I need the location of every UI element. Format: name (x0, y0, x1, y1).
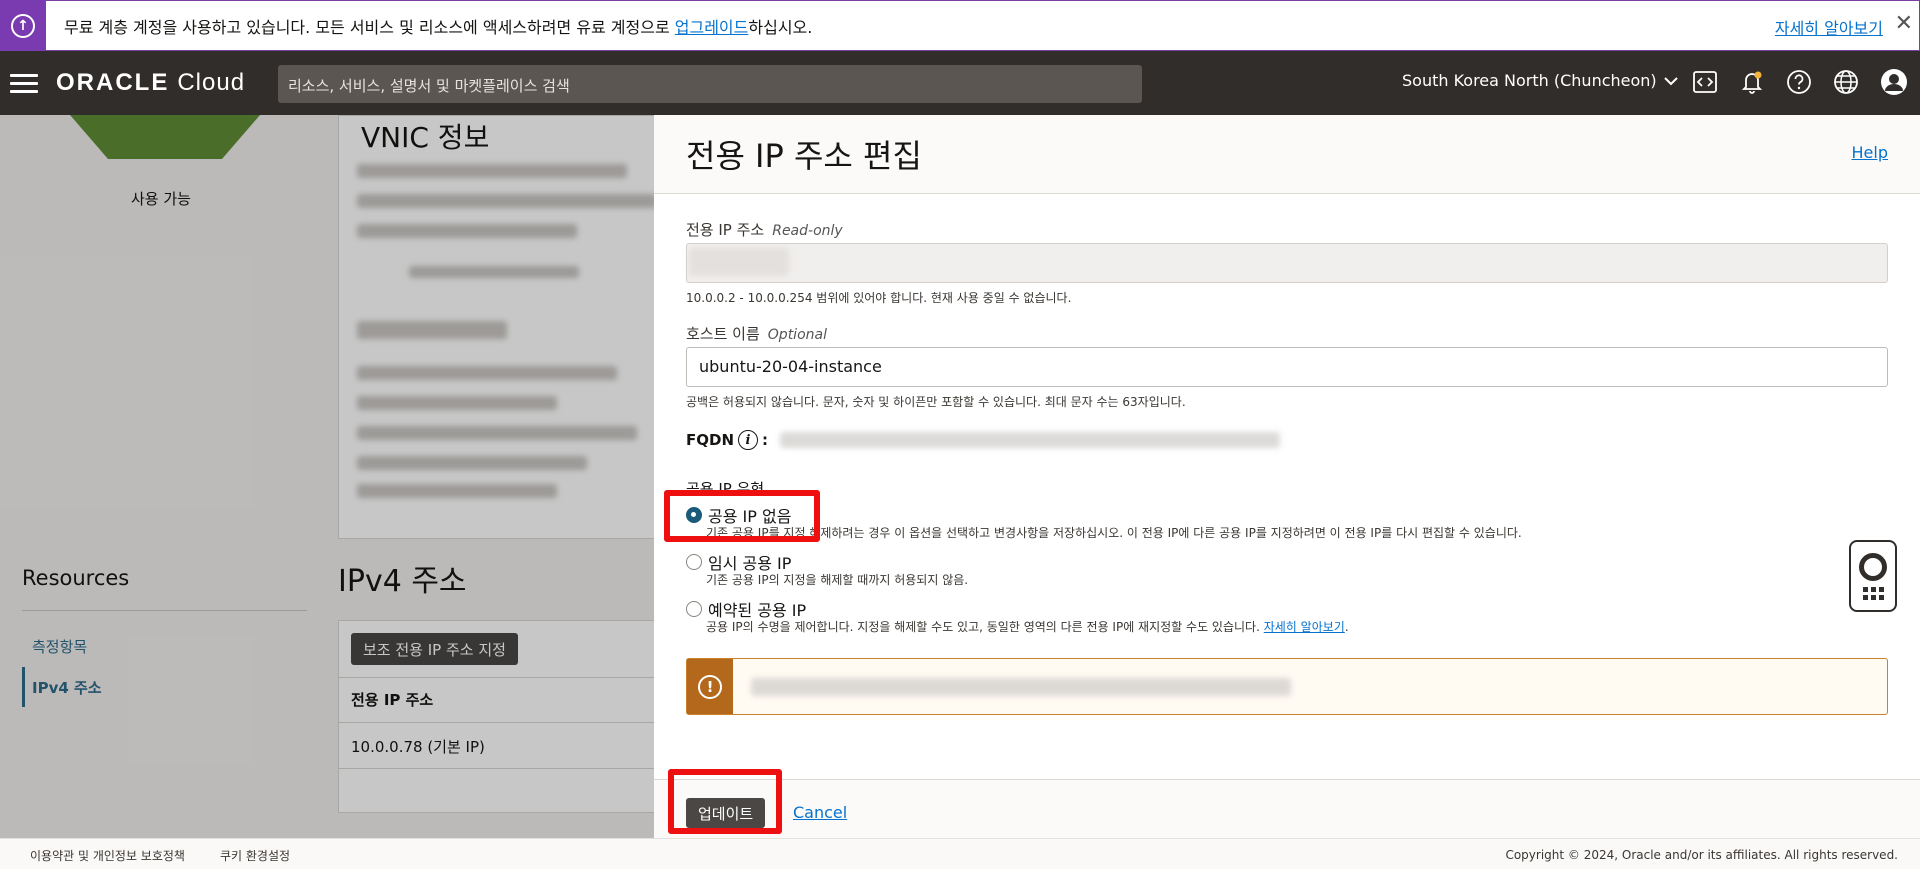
radio-desc: 기존 공용 IP의 지정을 해제할 때까지 허용되지 않음. (706, 573, 969, 587)
warning-icon: ! (698, 674, 722, 699)
top-navbar: ORACLE Cloud 리소스, 서비스, 설명서 및 마켓플레이스 검색 S… (0, 51, 1920, 115)
cookie-settings-link[interactable]: 쿠키 환경설정 (220, 847, 290, 864)
panel-footer: 업데이트 Cancel (654, 779, 1920, 838)
help-link[interactable]: Help (1852, 143, 1888, 162)
oracle-cloud-logo[interactable]: ORACLE Cloud (56, 69, 245, 97)
fqdn-colon: : (762, 431, 769, 449)
hostname-hint: 공백은 허용되지 않습니다. 문자, 숫자 및 하이픈만 포함할 수 있습니다.… (686, 395, 1186, 409)
hostname-label-text: 호스트 이름 (686, 325, 760, 343)
upgrade-link[interactable]: 업그레이드 (675, 18, 749, 37)
close-icon[interactable]: ✕ (1895, 13, 1913, 35)
hamburger-menu-icon[interactable] (10, 73, 38, 93)
page-footer: 이용약관 및 개인정보 보호정책 쿠키 환경설정 Copyright © 202… (0, 838, 1920, 869)
user-avatar-icon[interactable] (1879, 67, 1909, 97)
apps-grid-icon (1862, 586, 1884, 600)
banner-learn-more-link[interactable]: 자세히 알아보기 (1775, 15, 1883, 39)
region-selector[interactable]: South Korea North (Chuncheon) (1402, 71, 1679, 90)
optional-tag: Optional (767, 327, 827, 343)
radio-desc-text: 공용 IP의 수명을 제어합니다. 지정을 해제할 수도 있고, 동일한 영역의… (706, 620, 1264, 634)
blurred-text (751, 678, 1291, 696)
bell-icon[interactable] (1737, 67, 1767, 97)
upgrade-banner: ↑ 무료 계층 계정을 사용하고 있습니다. 모든 서비스 및 리소스에 액세스… (0, 0, 1920, 51)
radio-desc: 공용 IP의 수명을 제어합니다. 지정을 해제할 수도 있고, 동일한 영역의… (706, 618, 1349, 635)
radio-desc-end: . (1344, 620, 1349, 634)
help-assistant-widget[interactable] (1849, 540, 1897, 612)
highlight-box (664, 490, 820, 542)
radio-button[interactable] (686, 601, 702, 617)
arrow-up-icon: ↑ (11, 13, 35, 38)
info-icon[interactable]: i (738, 430, 759, 450)
terms-link[interactable]: 이용약관 및 개인정보 보호정책 (30, 847, 185, 864)
modal-overlay[interactable] (0, 115, 654, 838)
radio-button[interactable] (686, 554, 702, 570)
cancel-link[interactable]: Cancel (793, 803, 847, 822)
warning-alert: ! (686, 658, 1888, 715)
chevron-down-icon (1663, 76, 1678, 85)
region-label: South Korea North (Chuncheon) (1402, 71, 1657, 90)
read-only-tag: Read-only (772, 223, 843, 239)
hostname-label: 호스트 이름 Optional (686, 323, 827, 344)
edit-private-ip-panel: 전용 IP 주소 편집 Help 전용 IP 주소 Read-only 10.0.… (654, 115, 1920, 838)
globe-icon[interactable] (1831, 67, 1861, 97)
logo-oracle-text: ORACLE (56, 69, 170, 96)
lifebuoy-icon (1859, 552, 1887, 581)
blurred-text (780, 432, 1281, 448)
highlight-box (668, 769, 782, 834)
banner-text-after: 하십시오. (748, 17, 813, 37)
private-ip-field (686, 243, 1888, 283)
hostname-input[interactable]: ubuntu-20-04-instance (686, 347, 1888, 387)
code-editor-icon[interactable] (1690, 67, 1720, 97)
search-input[interactable]: 리소스, 서비스, 설명서 및 마켓플레이스 검색 (278, 65, 1142, 103)
copyright-text: Copyright © 2024, Oracle and/or its affi… (1505, 848, 1898, 862)
radio-desc: 기존 공용 IP를 지정 해제하려는 경우 이 옵션을 선택하고 변경사항을 저… (706, 526, 1522, 540)
banner-text-before: 무료 계층 계정을 사용하고 있습니다. 모든 서비스 및 리소스에 액세스하려… (64, 17, 675, 37)
fqdn-label: FQDN (686, 431, 735, 449)
private-ip-hint: 10.0.0.2 - 10.0.0.254 범위에 있어야 합니다. 현재 사용… (686, 291, 1072, 305)
panel-header: 전용 IP 주소 편집 Help (654, 115, 1920, 194)
fqdn-row: FQDN i: (686, 430, 1281, 450)
warning-icon-box: ! (687, 659, 733, 714)
private-ip-label: 전용 IP 주소 Read-only (686, 219, 843, 240)
help-icon[interactable] (1784, 67, 1814, 97)
learn-more-link[interactable]: 자세히 알아보기 (1264, 620, 1345, 634)
blurred-text (689, 248, 789, 276)
banner-message: 무료 계층 계정을 사용하고 있습니다. 모든 서비스 및 리소스에 액세스하려… (64, 14, 812, 38)
upgrade-icon-box: ↑ (0, 0, 46, 51)
panel-title: 전용 IP 주소 편집 (686, 137, 922, 175)
logo-cloud-text: Cloud (177, 69, 246, 96)
private-ip-label-text: 전용 IP 주소 (686, 221, 765, 239)
